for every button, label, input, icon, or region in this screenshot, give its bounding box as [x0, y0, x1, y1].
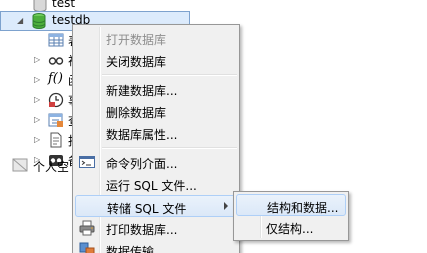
view-glasses-icon	[48, 52, 64, 68]
context-menu: 打开数据库 关闭数据库 新建数据库... 删除数据库 数据库属性... 命令列介…	[72, 24, 240, 253]
console-icon	[79, 154, 95, 170]
submenu-arrow-icon	[224, 202, 228, 210]
transfer-icon	[79, 242, 95, 253]
menu-item-open-database[interactable]: 打开数据库	[75, 27, 237, 49]
dump-submenu: 结构和数据... 仅结构...	[233, 191, 349, 241]
tree-item-label: 个人空	[33, 160, 70, 174]
expand-arrow-icon[interactable]: ▷	[34, 55, 40, 64]
menu-item-label: 数据库属性...	[106, 128, 178, 142]
menu-item-label: 打开数据库	[106, 33, 167, 47]
menu-item-label: 结构和数据...	[267, 201, 339, 215]
menu-item-run-sql-file[interactable]: 运行 SQL 文件...	[75, 173, 237, 195]
menu-item-structure-only[interactable]: 仅结构...	[236, 216, 346, 238]
menu-item-label: 打印数据库...	[106, 223, 178, 237]
clock-icon	[48, 92, 64, 108]
expand-arrow-icon[interactable]: ▷	[34, 75, 40, 84]
menu-item-new-database[interactable]: 新建数据库...	[75, 78, 237, 100]
menu-item-label: 转储 SQL 文件	[107, 202, 187, 216]
menu-item-label: 新建数据库...	[106, 84, 178, 98]
menu-separator	[102, 74, 237, 76]
tree-item-label: test	[52, 0, 76, 10]
menu-item-structure-and-data[interactable]: 结构和数据...	[236, 194, 346, 216]
menu-separator	[102, 147, 237, 149]
menu-item-label: 关闭数据库	[106, 55, 167, 69]
menu-item-label: 运行 SQL 文件...	[106, 179, 197, 193]
menu-item-label: 删除数据库	[106, 106, 167, 120]
printer-icon	[79, 220, 95, 236]
menu-item-label: 数据传输...	[106, 245, 166, 253]
database-green-icon	[32, 13, 48, 29]
menu-item-print-database[interactable]: 打印数据库...	[75, 217, 237, 239]
menu-item-delete-database[interactable]: 删除数据库	[75, 100, 237, 122]
menu-item-dump-sql-file[interactable]: 转储 SQL 文件	[75, 195, 237, 217]
table-icon	[48, 32, 64, 48]
query-icon	[48, 112, 64, 128]
menu-item-label: 仅结构...	[266, 222, 314, 236]
expand-arrow-icon[interactable]: ▷	[34, 135, 40, 144]
personal-space-icon	[12, 157, 28, 173]
collapse-arrow-icon[interactable]: ◢	[17, 16, 23, 25]
expand-arrow-icon[interactable]: ▷	[34, 95, 40, 104]
report-icon	[48, 132, 64, 148]
menu-item-database-properties[interactable]: 数据库属性...	[75, 122, 237, 144]
menu-item-close-database[interactable]: 关闭数据库	[75, 49, 237, 71]
menu-item-label: 命令列介面...	[106, 157, 178, 171]
function-icon: f()	[48, 71, 63, 86]
menu-item-command-line[interactable]: 命令列介面...	[75, 151, 237, 173]
expand-arrow-icon[interactable]: ▷	[34, 115, 40, 124]
menu-item-data-transfer[interactable]: 数据传输...	[75, 239, 237, 253]
